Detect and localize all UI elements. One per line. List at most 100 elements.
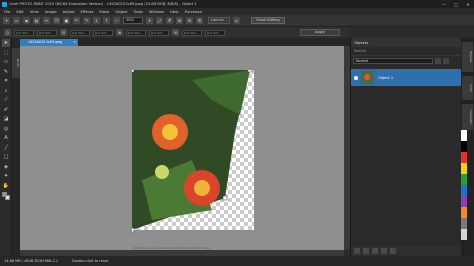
redo-icon[interactable]: ↷ — [83, 17, 90, 24]
position-x-field[interactable]: 0.0 mm — [14, 29, 34, 36]
cut-icon[interactable]: ✂ — [43, 17, 50, 24]
paste-icon[interactable]: ▣ — [63, 17, 70, 24]
menu-view[interactable]: View — [30, 9, 39, 14]
zoom-out-icon[interactable]: − — [113, 17, 120, 24]
new-folder-icon[interactable] — [363, 248, 369, 254]
reset-icon[interactable]: ⟲ — [172, 29, 179, 36]
zoom-level-select[interactable]: 50% — [123, 17, 143, 24]
corner-handle[interactable] — [132, 70, 135, 73]
rectangle-mask-icon[interactable]: ▭ — [2, 58, 10, 66]
palette-swatch[interactable] — [461, 218, 467, 229]
object-row[interactable]: Object 1 — [351, 69, 461, 86]
delete-object-icon[interactable] — [390, 248, 396, 254]
brush-tool-icon[interactable]: ✐ — [2, 106, 10, 114]
menu-help[interactable]: Help — [170, 9, 179, 14]
node3-x-field[interactable]: 0.0 mm — [182, 29, 202, 36]
shape-tool-icon[interactable]: □ — [2, 153, 10, 161]
line-tool-icon[interactable]: ╱ — [2, 144, 10, 152]
background-color-swatch[interactable] — [5, 194, 10, 200]
import-icon[interactable]: ↓ — [93, 17, 100, 24]
palette-swatch[interactable] — [461, 141, 467, 152]
open-folder-icon[interactable]: ▭ — [13, 17, 20, 24]
minimize-button[interactable]: — — [438, 0, 450, 8]
palette-swatch[interactable] — [461, 163, 467, 174]
position-y-field[interactable]: 0.0 mm — [37, 29, 57, 36]
menu-object[interactable]: Object — [115, 9, 127, 14]
objects-search-input[interactable]: Search — [351, 47, 461, 56]
lock-icon[interactable] — [435, 57, 441, 64]
mask-icon[interactable] — [372, 248, 378, 254]
fit-icon[interactable]: ⤢ — [156, 17, 163, 24]
palette-swatch[interactable] — [461, 152, 467, 163]
text-tool-icon[interactable]: A — [2, 134, 10, 142]
fill-tool-icon[interactable]: ◈ — [2, 163, 10, 171]
palette-swatch[interactable] — [461, 229, 467, 240]
copy-icon[interactable]: ❐ — [53, 17, 60, 24]
menu-effects[interactable]: Effects — [81, 9, 94, 14]
node2-y-field[interactable]: 0.0 mm — [149, 29, 169, 36]
blend-mode-select[interactable]: Normal — [353, 57, 433, 64]
pick-tool-icon[interactable]: ➤ — [2, 39, 10, 47]
document-tab[interactable]: 1452b023-fc69.jpeg × — [20, 39, 78, 46]
eraser-icon[interactable]: ◪ — [2, 115, 10, 123]
palette-swatch[interactable] — [461, 207, 467, 218]
palette-swatch[interactable] — [461, 185, 467, 196]
node3-y-field[interactable]: 0.0 mm — [205, 29, 225, 36]
menu-edit[interactable]: Edit — [16, 9, 23, 14]
apply-button[interactable]: Apply — [300, 29, 340, 36]
launch-dropdown[interactable]: Launch — [208, 17, 230, 24]
new-document-icon[interactable]: + — [3, 17, 10, 24]
palette-swatch[interactable] — [461, 174, 467, 185]
save-icon[interactable]: ▪ — [23, 17, 30, 24]
corner-handle[interactable] — [222, 195, 228, 201]
opacity-icon[interactable] — [443, 57, 449, 64]
guides-icon[interactable]: ⊟ — [186, 17, 193, 24]
channels-docker-tab[interactable]: Channels — [462, 104, 473, 130]
menu-window[interactable]: Window — [149, 9, 164, 14]
palette-swatch[interactable] — [461, 196, 467, 207]
menu-mask[interactable]: Mask — [99, 9, 109, 14]
undo-icon[interactable]: ↶ — [73, 17, 80, 24]
lock-ratio-icon[interactable]: ⊡ — [60, 29, 67, 36]
print-icon[interactable]: ▤ — [33, 17, 40, 24]
welcome-screen-icon[interactable]: ⌂ — [233, 17, 240, 24]
corner-handle[interactable] — [247, 70, 253, 73]
finish-editing-button[interactable]: Finish Editing — [251, 17, 285, 24]
node2-x-field[interactable]: 0.0 mm — [126, 29, 146, 36]
node1-y-field[interactable]: 0.0 mm — [93, 29, 113, 36]
image-canvas[interactable] — [132, 70, 268, 250]
ruler-icon[interactable]: ⊞ — [176, 17, 183, 24]
menu-file[interactable]: File — [4, 9, 10, 14]
menu-image[interactable]: Image — [45, 9, 57, 14]
hints-tab[interactable]: Hints — [12, 48, 20, 78]
menu-purchase[interactable]: Purchase — [185, 9, 202, 14]
freehand-mask-icon[interactable]: ✎ — [2, 68, 10, 76]
eyedropper-icon[interactable]: ⁄ — [2, 96, 10, 104]
menu-tools[interactable]: Tools — [134, 9, 143, 14]
pan-tool-icon[interactable]: ✋ — [2, 182, 10, 190]
effect-tool-icon[interactable]: ✦ — [2, 172, 10, 180]
node-link-icon[interactable]: ⊕ — [116, 29, 123, 36]
objects-docker-tab[interactable]: Objects — [462, 42, 473, 72]
palette-swatch[interactable] — [461, 130, 467, 141]
transform-mode-icon[interactable]: ◇ — [4, 29, 11, 36]
close-tab-icon[interactable]: × — [73, 39, 76, 46]
color-docker-tab[interactable]: Color — [462, 76, 473, 100]
node1-x-field[interactable]: 0.0 mm — [70, 29, 90, 36]
zoom-tool-icon[interactable]: ⌕ — [2, 87, 10, 95]
combine-icon[interactable] — [381, 248, 387, 254]
export-icon[interactable]: ↑ — [103, 17, 110, 24]
options-gear-icon[interactable]: ⚙ — [196, 17, 203, 24]
menu-adjust[interactable]: Adjust — [63, 9, 75, 14]
maximize-button[interactable]: □ — [450, 0, 462, 8]
clone-tool-icon[interactable]: ◎ — [2, 125, 10, 133]
image-workspace[interactable]: Drag the corner handles to distort the o… — [20, 46, 350, 250]
close-button[interactable]: ✕ — [462, 0, 474, 8]
corner-handle[interactable] — [132, 227, 135, 233]
zoom-in-icon[interactable]: + — [146, 17, 153, 24]
visibility-eye-icon[interactable] — [354, 75, 358, 80]
new-object-icon[interactable] — [354, 248, 360, 254]
grid-icon[interactable]: # — [166, 17, 173, 24]
mask-transform-icon[interactable]: ⬚ — [2, 49, 10, 57]
crop-tool-icon[interactable]: ⌗ — [2, 77, 10, 85]
